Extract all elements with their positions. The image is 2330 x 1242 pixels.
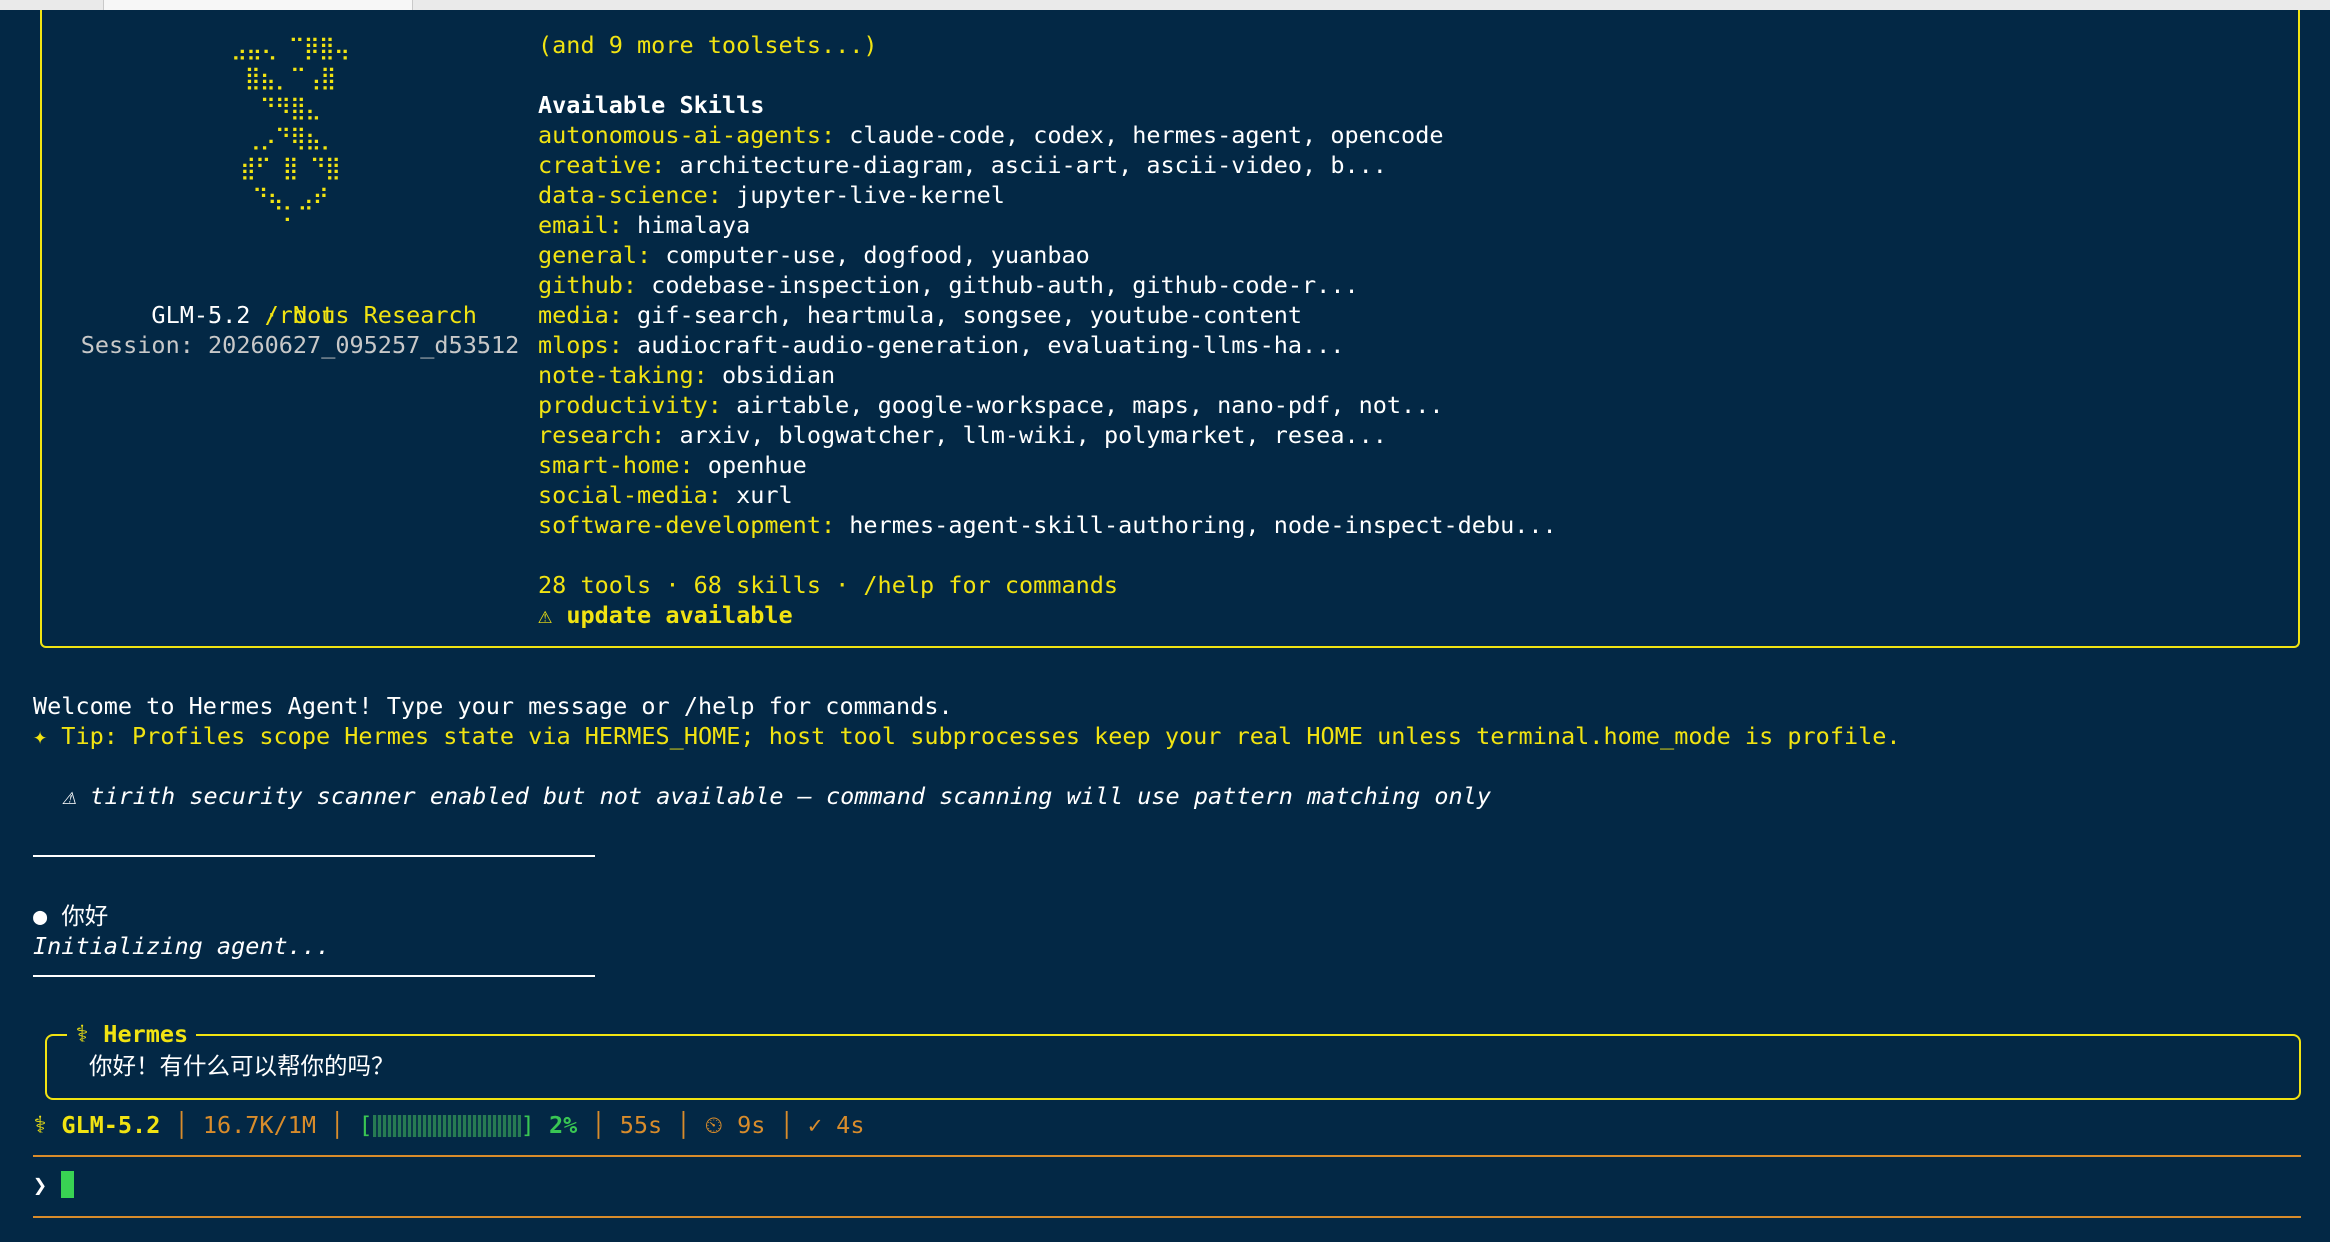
skill-row: creative: architecture-diagram, ascii-ar… (538, 150, 1387, 180)
input-bottom-border (33, 1216, 2301, 1218)
hermes-response-panel: ⚕ Hermes 你好！有什么可以帮你的吗？ (45, 1019, 2301, 1100)
status-separator: │ (330, 1111, 345, 1139)
logo-line: ⣿⣦⡀⠉⢠⣿ (244, 66, 337, 91)
update-notice[interactable]: ⚠ update available (538, 600, 793, 630)
status-separator: │ (174, 1111, 189, 1139)
logo-line: ⠙⢦⡀⣠⠞ (252, 186, 329, 211)
done-readout: ✓ 4s (807, 1111, 865, 1139)
status-separator: │ (591, 1111, 606, 1139)
timer-readout: ⏲ 9s (704, 1111, 766, 1139)
status-model: GLM-5.2 (61, 1111, 161, 1139)
skill-category: autonomous-ai-agents: (538, 121, 836, 149)
hermes-panel-title: ⚕ Hermes (67, 1019, 197, 1049)
elapsed-time: 55s (619, 1111, 663, 1139)
user-bullet-icon: ● (33, 902, 48, 930)
prompt-chevron-icon: ❯ (33, 1171, 48, 1199)
logo-line: ⠁ (282, 216, 298, 241)
skill-category: media: (538, 301, 623, 329)
user-message-text: 你好 (61, 902, 109, 930)
hermes-reply: 你好！有什么可以帮你的吗？ (89, 1052, 395, 1080)
skill-items: obsidian (721, 361, 836, 389)
divider (33, 975, 595, 977)
skill-items: jupyter-live-kernel (736, 181, 1005, 209)
skill-items: gif-search, heartmula, songsee, youtube-… (637, 301, 1303, 329)
skill-category: general: (538, 241, 652, 269)
divider (33, 855, 595, 857)
skill-category: creative: (538, 151, 666, 179)
skill-category: data-science: (538, 181, 722, 209)
working-directory: /root (264, 301, 336, 329)
logo-line: ⢀⡠⠙⢿⣦⡀ (244, 126, 337, 151)
tools-summary: 28 tools · 68 skills · /help for command… (538, 571, 1119, 599)
status-separator: │ (779, 1111, 794, 1139)
window-top-edge (0, 0, 2330, 10)
skill-items: airtable, google-workspace, maps, nano-p… (736, 391, 1444, 419)
input-top-border (33, 1155, 2301, 1157)
more-toolsets: (and 9 more toolsets...) (538, 31, 878, 59)
logo-line: ⣾⠋ ⣿ ⠙⣿ (239, 156, 341, 181)
skill-category: email: (538, 211, 623, 239)
skill-row: note-taking: obsidian (538, 360, 835, 390)
initializing-status: Initializing agent... (33, 932, 331, 960)
logo-line: ⠙⠻⣿⣄ (259, 96, 321, 121)
text-cursor (61, 1171, 75, 1198)
command-input[interactable]: ❯ (33, 1170, 75, 1200)
terminal-tab[interactable] (103, 0, 413, 10)
skill-category: software-development: (538, 511, 836, 539)
skill-row: media: gif-search, heartmula, songsee, y… (538, 300, 1302, 330)
context-progress-bar (372, 1115, 521, 1137)
progress-bar-close: ] (520, 1111, 535, 1139)
tip-message: ✦ Tip: Profiles scope Hermes state via H… (33, 722, 1901, 750)
skill-row: productivity: airtable, google-workspace… (538, 390, 1444, 420)
update-label: update available (566, 601, 793, 629)
skill-items: hermes-agent-skill-authoring, node-inspe… (849, 511, 1557, 539)
status-bar: ⚕ GLM-5.2 │ 16.7K/1M │ [] 2% │ 55s │ ⏲ 9… (33, 1110, 864, 1140)
skill-row: github: codebase-inspection, github-auth… (538, 270, 1359, 300)
progress-bar-open: [ (358, 1111, 373, 1139)
skill-items: openhue (707, 451, 807, 479)
warning-icon: ⚠ (538, 601, 553, 629)
skill-category: github: (538, 271, 638, 299)
skill-items: audiocraft-audio-generation, evaluating-… (637, 331, 1345, 359)
skill-row: research: arxiv, blogwatcher, llm-wiki, … (538, 420, 1387, 450)
skill-category: productivity: (538, 391, 722, 419)
skill-row: mlops: audiocraft-audio-generation, eval… (538, 330, 1344, 360)
skill-row: email: himalaya (538, 210, 750, 240)
session-id: Session: 20260627_095257_d53512 (80, 331, 520, 359)
caduceus-icon: ⚕ (33, 1111, 48, 1139)
skill-items: himalaya (637, 211, 751, 239)
skill-row: data-science: jupyter-live-kernel (538, 180, 1005, 210)
skill-category: mlops: (538, 331, 623, 359)
skill-items: computer-use, dogfood, yuanbao (665, 241, 1090, 269)
skills-heading: Available Skills (538, 91, 765, 119)
user-message: ● 你好 (33, 901, 108, 931)
skill-items: xurl (736, 481, 793, 509)
welcome-message: Welcome to Hermes Agent! Type your messa… (33, 692, 953, 720)
skill-row: smart-home: openhue (538, 450, 807, 480)
hermes-logo: ⣠⣤⢄ ⠉⡿⣿⢤ ⣿⣦⡀⠉⢠⣿ ⠙⠻⣿⣄ ⢀⡠⠙⢿⣦⡀ ⣾⠋ ⣿ ⠙⣿ ⠙⢦⡀⣠… (180, 34, 400, 244)
context-percent: 2% (548, 1111, 578, 1139)
skill-category: social-media: (538, 481, 722, 509)
skill-items: arxiv, blogwatcher, llm-wiki, polymarket… (679, 421, 1387, 449)
skill-row: social-media: xurl (538, 480, 793, 510)
skill-row: software-development: hermes-agent-skill… (538, 510, 1557, 540)
skill-items: architecture-diagram, ascii-art, ascii-v… (679, 151, 1387, 179)
skill-category: note-taking: (538, 361, 708, 389)
skill-category: smart-home: (538, 451, 694, 479)
skill-row: autonomous-ai-agents: claude-code, codex… (538, 120, 1444, 150)
context-usage: 16.7K/1M (202, 1111, 317, 1139)
logo-line: ⣠⣤⢄ ⠉⡿⣿⢤ (230, 36, 350, 61)
skill-items: claude-code, codex, hermes-agent, openco… (849, 121, 1444, 149)
skill-row: general: computer-use, dogfood, yuanbao (538, 240, 1090, 270)
security-warning: ⚠ tirith security scanner enabled but no… (62, 782, 1491, 810)
skill-items: codebase-inspection, github-auth, github… (651, 271, 1359, 299)
status-separator: │ (676, 1111, 691, 1139)
skill-category: research: (538, 421, 666, 449)
